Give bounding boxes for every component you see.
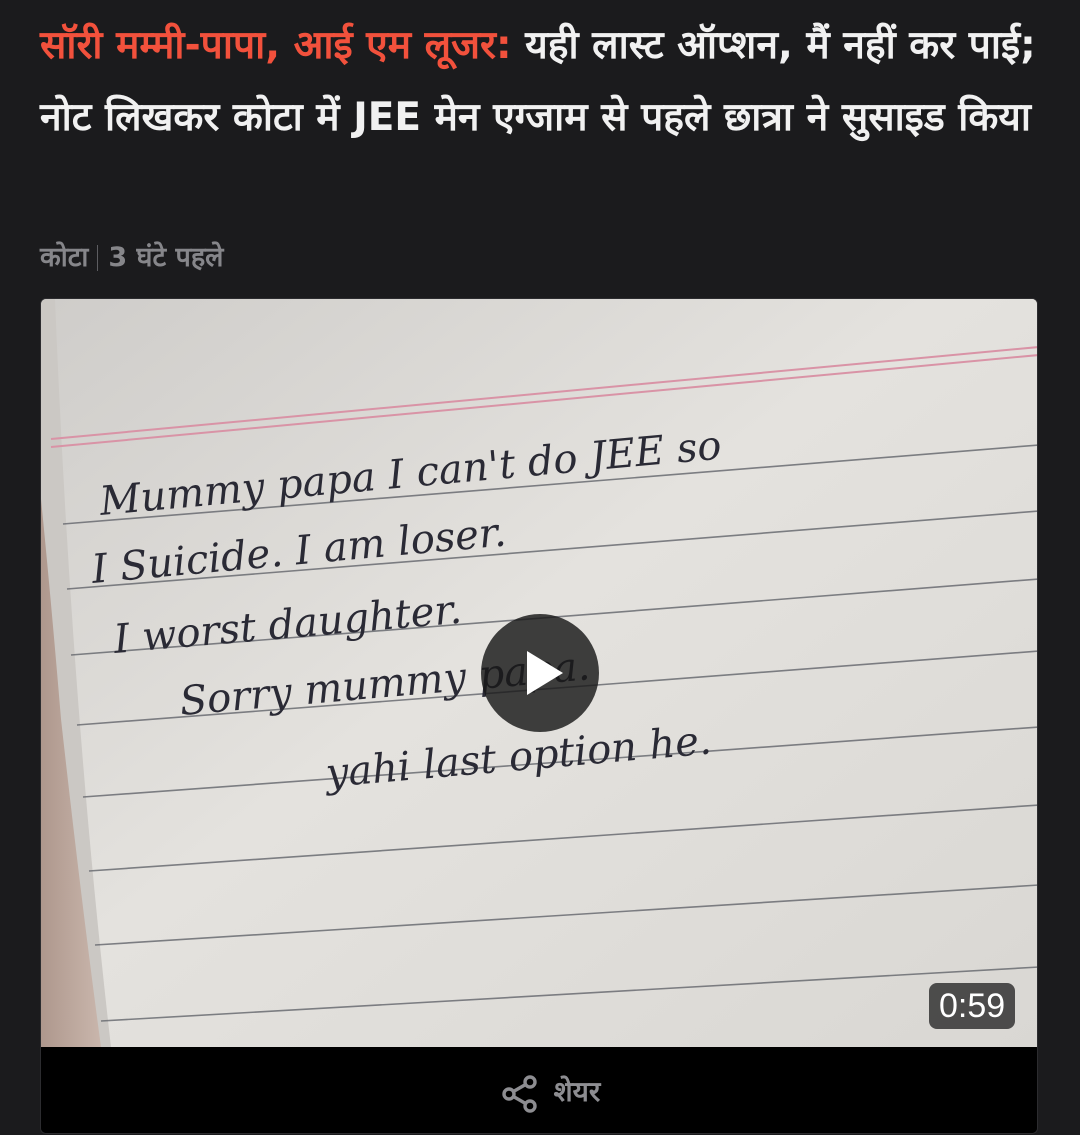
play-button[interactable] [481,614,599,732]
article-headline[interactable]: सॉरी मम्मी-पापा, आई एम लूजर: यही लास्ट ऑ… [40,10,1050,154]
timestamp: 3 घंटे पहले [108,242,224,273]
meta-divider [97,245,99,271]
share-icon [501,1075,537,1113]
share-button[interactable]: शेयर [500,1068,601,1114]
video-duration: 0:59 [929,983,1016,1029]
play-icon [527,651,563,695]
video-player[interactable]: Mummy papa I can't do JEE so I Suicide. … [41,299,1037,1047]
article-meta: कोटा 3 घंटे पहले [40,236,223,280]
share-bar: शेयर [41,1047,1037,1133]
headline-highlight: सॉरी मम्मी-पापा, आई एम लूजर: [40,23,512,68]
location-label: कोटा [40,242,89,273]
share-label: शेयर [553,1075,601,1108]
video-card: Mummy papa I can't do JEE so I Suicide. … [40,298,1038,1134]
